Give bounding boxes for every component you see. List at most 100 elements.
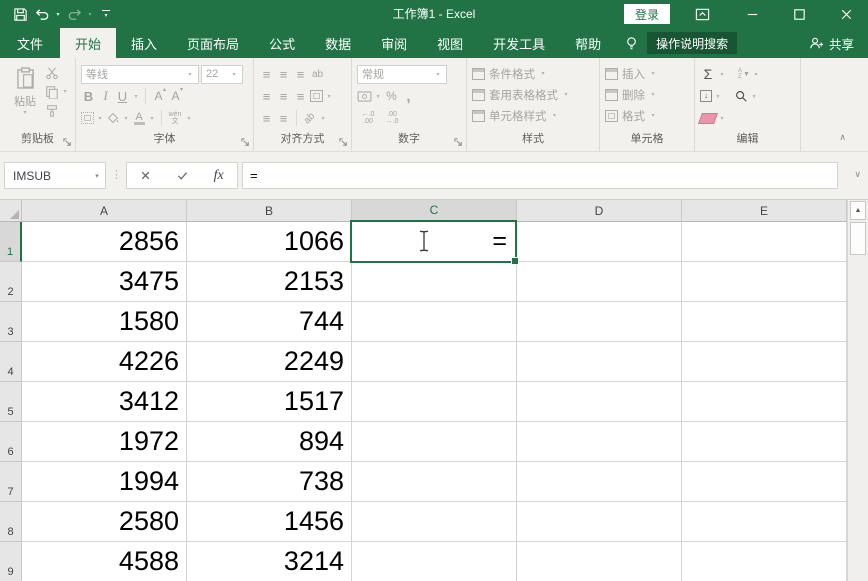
row-header-5[interactable]: 5 [0,382,22,422]
font-dialog-launcher[interactable] [241,138,250,147]
cell-C6[interactable] [352,422,517,462]
row-header-6[interactable]: 6 [0,422,22,462]
cell-B1[interactable]: 1066 [187,222,352,262]
cell-A4[interactable]: 4226 [22,342,187,382]
cell-E6[interactable] [682,422,847,462]
row-header-2[interactable]: 2 [0,262,22,302]
sign-in-button[interactable]: 登录 [624,4,670,24]
column-header-E[interactable]: E [682,200,847,222]
cell-E7[interactable] [682,462,847,502]
row-header-9[interactable]: 9 [0,542,22,581]
selected-cell-C1[interactable]: = [350,220,517,263]
ribbon-tab-7[interactable]: 视图 [422,28,478,58]
confirm-entry-button[interactable] [164,163,201,188]
tab-file[interactable]: 文件 [0,28,60,58]
expand-formula-bar-icon[interactable]: ∨ [854,169,861,180]
cell-D5[interactable] [517,382,682,422]
column-header-D[interactable]: D [517,200,682,222]
minimize-button[interactable] [736,0,768,28]
select-all-button[interactable] [0,200,22,222]
cell-D9[interactable] [517,542,682,581]
close-button[interactable] [830,0,862,28]
clipboard-dialog-launcher[interactable] [63,138,72,147]
cell-B3[interactable]: 744 [187,302,352,342]
row-header-7[interactable]: 7 [0,462,22,502]
cell-E1[interactable] [682,222,847,262]
scrollbar-thumb[interactable] [850,222,866,255]
cell-C3[interactable] [352,302,517,342]
autosum-icon[interactable]: Σ [700,66,716,82]
ribbon-display-options-button[interactable] [686,0,718,28]
cell-D6[interactable] [517,422,682,462]
cell-A7[interactable]: 1994 [22,462,187,502]
formula-bar-drag-handle[interactable]: ⋮ [111,168,121,181]
cell-B9[interactable]: 3214 [187,542,352,581]
cell-D8[interactable] [517,502,682,542]
cell-E8[interactable] [682,502,847,542]
cell-C8[interactable] [352,502,517,542]
ribbon-tab-9[interactable]: 帮助 [560,28,616,58]
cancel-entry-button[interactable] [127,163,164,188]
find-select-icon[interactable] [734,89,748,103]
cell-B4[interactable]: 2249 [187,342,352,382]
insert-function-button[interactable]: fx [200,163,237,188]
save-button[interactable] [10,3,30,25]
fill-icon[interactable]: ↓ [700,90,712,102]
cell-E9[interactable] [682,542,847,581]
cell-A1[interactable]: 2856 [22,222,187,262]
cell-C2[interactable] [352,262,517,302]
tell-me-search[interactable]: 操作说明搜索 [647,32,737,54]
cell-B2[interactable]: 2153 [187,262,352,302]
cell-B7[interactable]: 738 [187,462,352,502]
fill-handle[interactable] [511,257,519,265]
cell-C5[interactable] [352,382,517,422]
cell-A8[interactable]: 2580 [22,502,187,542]
ribbon-tab-8[interactable]: 开发工具 [478,28,560,58]
cell-A2[interactable]: 3475 [22,262,187,302]
cell-C4[interactable] [352,342,517,382]
cell-E2[interactable] [682,262,847,302]
ribbon-tab-3[interactable]: 页面布局 [172,28,254,58]
cell-E5[interactable] [682,382,847,422]
cell-D3[interactable] [517,302,682,342]
cell-A9[interactable]: 4588 [22,542,187,581]
row-header-8[interactable]: 8 [0,502,22,542]
name-box-dropdown-icon[interactable]: ▾ [93,172,101,180]
cell-A3[interactable]: 1580 [22,302,187,342]
cell-D2[interactable] [517,262,682,302]
cell-C9[interactable] [352,542,517,581]
row-header-4[interactable]: 4 [0,342,22,382]
cell-B6[interactable]: 894 [187,422,352,462]
column-header-A[interactable]: A [22,200,187,222]
cell-A5[interactable]: 3412 [22,382,187,422]
cell-B8[interactable]: 1456 [187,502,352,542]
column-header-B[interactable]: B [187,200,352,222]
ribbon-tab-1[interactable]: 开始 [60,28,116,58]
name-box[interactable]: IMSUB ▾ [4,162,106,189]
alignment-dialog-launcher[interactable] [339,138,348,147]
number-dialog-launcher[interactable] [454,138,463,147]
cell-E4[interactable] [682,342,847,382]
ribbon-tab-4[interactable]: 公式 [254,28,310,58]
scroll-up-button[interactable]: ▲ [850,201,866,220]
cell-C7[interactable] [352,462,517,502]
cell-D4[interactable] [517,342,682,382]
cell-B5[interactable]: 1517 [187,382,352,422]
maximize-button[interactable] [783,0,815,28]
cell-D1[interactable] [517,222,682,262]
undo-button[interactable] [32,3,52,25]
row-header-3[interactable]: 3 [0,302,22,342]
customize-qat-button[interactable]: ▾ [102,10,110,19]
undo-dropdown-icon[interactable]: ▾ [54,11,62,18]
formula-input[interactable]: = [242,162,838,189]
vertical-scrollbar[interactable]: ▲ [847,200,868,581]
cell-D7[interactable] [517,462,682,502]
row-header-1[interactable]: 1 [0,222,22,262]
cell-A6[interactable]: 1972 [22,422,187,462]
column-header-C[interactable]: C [352,200,517,222]
ribbon-tab-2[interactable]: 插入 [116,28,172,58]
share-button[interactable]: 共享 [808,28,868,58]
ribbon-tab-5[interactable]: 数据 [310,28,366,58]
ribbon-tab-6[interactable]: 审阅 [366,28,422,58]
cell-E3[interactable] [682,302,847,342]
